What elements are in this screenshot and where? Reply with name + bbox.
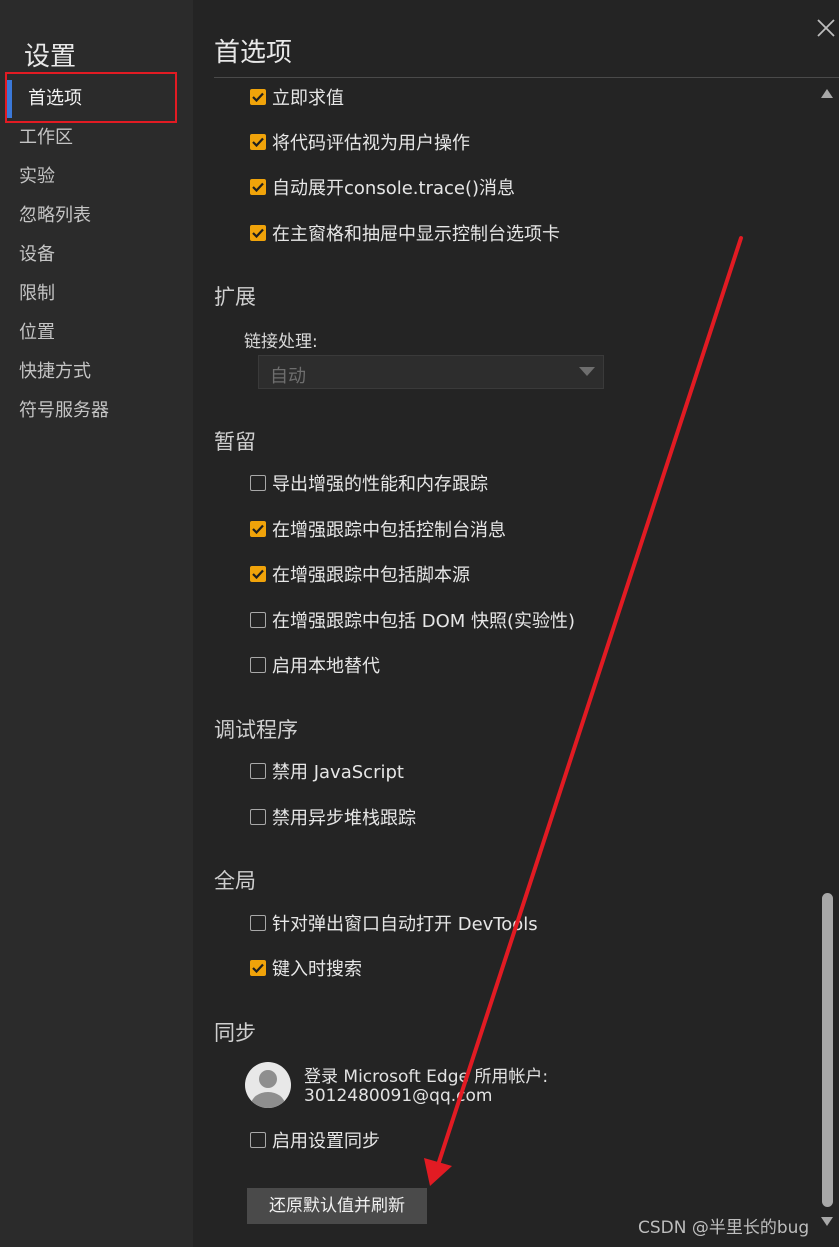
checkbox-label: 启用本地替代 bbox=[272, 656, 380, 677]
checkbox-icon bbox=[250, 475, 266, 491]
checkbox-icon bbox=[250, 179, 266, 195]
sidebar-item-devices[interactable]: 设备 bbox=[19, 242, 55, 268]
sidebar-item-ignore-list[interactable]: 忽略列表 bbox=[19, 203, 91, 229]
sidebar-item-shortcuts[interactable]: 快捷方式 bbox=[19, 359, 91, 385]
checkbox-label: 立即求值 bbox=[272, 88, 344, 109]
checkbox-label: 在增强跟踪中包括 DOM 快照(实验性) bbox=[272, 611, 576, 632]
sync-account-email: 3012480091@qq.com bbox=[304, 1086, 493, 1106]
checkbox-auto-open-devtools-popups[interactable]: 针对弹出窗口自动打开 DevTools bbox=[250, 911, 538, 935]
checkbox-disable-async-stack-traces[interactable]: 禁用异步堆栈跟踪 bbox=[250, 805, 416, 829]
checkbox-enable-local-overrides[interactable]: 启用本地替代 bbox=[250, 653, 380, 677]
checkbox-label: 在增强跟踪中包括脚本源 bbox=[272, 565, 470, 586]
sidebar-item-symbol-servers[interactable]: 符号服务器 bbox=[19, 398, 109, 424]
sync-account-text: 登录 Microsoft Edge 所用帐户: bbox=[304, 1067, 549, 1087]
section-heading-sync: 同步 bbox=[214, 1021, 256, 1045]
checkbox-disable-javascript[interactable]: 禁用 JavaScript bbox=[250, 759, 404, 783]
checkbox-include-console-messages[interactable]: 在增强跟踪中包括控制台消息 bbox=[250, 517, 506, 541]
checkbox-icon bbox=[250, 960, 266, 976]
sidebar-item-throttling[interactable]: 限制 bbox=[19, 281, 55, 307]
checkbox-icon bbox=[250, 657, 266, 673]
annotation-highlight-box bbox=[5, 72, 177, 123]
section-heading-debugger: 调试程序 bbox=[214, 718, 298, 742]
checkbox-search-as-you-type[interactable]: 键入时搜索 bbox=[250, 956, 362, 980]
checkbox-label: 在主窗格和抽屉中显示控制台选项卡 bbox=[272, 224, 560, 245]
checkbox-label: 键入时搜索 bbox=[272, 959, 362, 980]
checkbox-expand-console-trace[interactable]: 自动展开console.trace()消息 bbox=[250, 175, 515, 199]
check-icon bbox=[252, 524, 264, 534]
checkbox-show-console-tab[interactable]: 在主窗格和抽屉中显示控制台选项卡 bbox=[250, 221, 560, 245]
checkbox-label: 自动展开console.trace()消息 bbox=[272, 178, 516, 199]
check-icon bbox=[252, 92, 264, 102]
close-button[interactable] bbox=[813, 15, 839, 41]
avatar bbox=[245, 1062, 291, 1108]
link-handling-label: 链接处理: bbox=[244, 332, 318, 352]
checkbox-eager-evaluation[interactable]: 立即求值 bbox=[250, 85, 344, 109]
title-divider bbox=[214, 77, 839, 78]
scroll-down-arrow-icon[interactable] bbox=[820, 1215, 834, 1227]
checkbox-label: 导出增强的性能和内存跟踪 bbox=[272, 474, 488, 495]
checkbox-icon bbox=[250, 915, 266, 931]
sidebar-item-locations[interactable]: 位置 bbox=[19, 320, 55, 346]
checkbox-include-script-sources[interactable]: 在增强跟踪中包括脚本源 bbox=[250, 562, 470, 586]
sidebar-title: 设置 bbox=[24, 42, 77, 72]
sidebar-item-workspace[interactable]: 工作区 bbox=[19, 125, 73, 151]
checkbox-icon bbox=[250, 566, 266, 582]
checkbox-icon bbox=[250, 1132, 266, 1148]
checkbox-include-dom-snapshots[interactable]: 在增强跟踪中包括 DOM 快照(实验性) bbox=[250, 608, 575, 632]
checkbox-icon bbox=[250, 612, 266, 628]
checkbox-label: 启用设置同步 bbox=[272, 1131, 380, 1152]
checkbox-label: 禁用 JavaScript bbox=[272, 762, 404, 783]
checkbox-label: 禁用异步堆栈跟踪 bbox=[272, 808, 416, 829]
checkbox-icon bbox=[250, 89, 266, 105]
checkbox-export-enhanced-traces[interactable]: 导出增强的性能和内存跟踪 bbox=[250, 471, 488, 495]
settings-sidebar: 设置 首选项 工作区 实验 忽略列表 设备 限制 位置 快捷方式 符号服务器 bbox=[0, 0, 193, 1247]
close-icon bbox=[817, 19, 835, 37]
check-icon bbox=[252, 228, 264, 238]
checkbox-icon bbox=[250, 225, 266, 241]
checkbox-label: 在增强跟踪中包括控制台消息 bbox=[272, 520, 506, 541]
chevron-down-icon bbox=[579, 367, 595, 376]
checkbox-icon bbox=[250, 809, 266, 825]
scroll-up-arrow-icon[interactable] bbox=[820, 88, 834, 100]
sidebar-item-experiments[interactable]: 实验 bbox=[19, 164, 55, 190]
checkbox-icon bbox=[250, 134, 266, 150]
section-heading-extensions: 扩展 bbox=[214, 285, 256, 309]
checkbox-label: 针对弹出窗口自动打开 DevTools bbox=[272, 914, 538, 935]
check-icon bbox=[252, 569, 264, 579]
link-handling-value: 自动 bbox=[270, 366, 306, 387]
check-icon bbox=[252, 182, 264, 192]
checkbox-icon bbox=[250, 763, 266, 779]
checkbox-label: 将代码评估视为用户操作 bbox=[272, 133, 470, 154]
page-title: 首选项 bbox=[214, 38, 293, 68]
user-avatar-icon bbox=[251, 1070, 285, 1108]
section-heading-global: 全局 bbox=[214, 869, 256, 893]
check-icon bbox=[252, 963, 264, 973]
checkbox-icon bbox=[250, 521, 266, 537]
restore-defaults-button[interactable]: 还原默认值并刷新 bbox=[247, 1188, 427, 1224]
check-icon bbox=[252, 137, 264, 147]
scrollbar-thumb[interactable] bbox=[822, 893, 833, 1207]
checkbox-enable-settings-sync[interactable]: 启用设置同步 bbox=[250, 1128, 380, 1152]
section-heading-persistence: 暂留 bbox=[214, 430, 256, 454]
link-handling-select[interactable]: 自动 bbox=[258, 355, 604, 389]
checkbox-treat-code-as-user-action[interactable]: 将代码评估视为用户操作 bbox=[250, 130, 470, 154]
watermark-text: CSDN @半里长的bug bbox=[638, 1218, 810, 1238]
